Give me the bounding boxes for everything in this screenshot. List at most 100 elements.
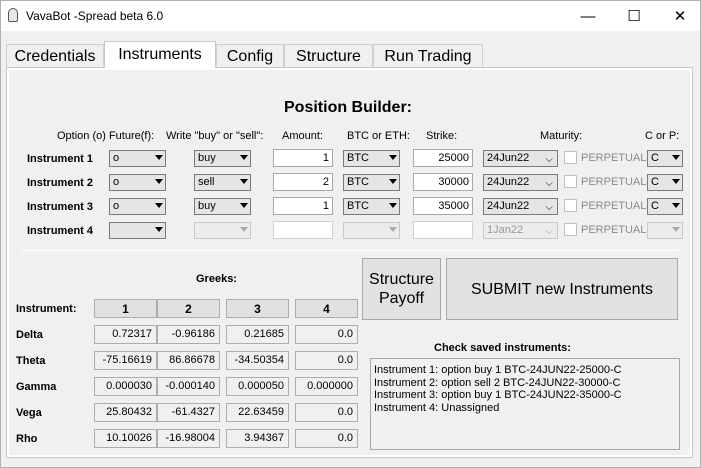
dropdown-arrow-icon <box>155 179 163 184</box>
instrument-2-cp-value: C <box>651 176 659 188</box>
instrument-1-maturity-value: 24Jun22 <box>487 152 530 164</box>
instrument-4-strike-input[interactable] <box>413 221 473 239</box>
close-button[interactable]: ✕ <box>657 1 701 31</box>
instrument-4-amount-input[interactable] <box>273 221 333 239</box>
instrument-4-currency-select[interactable] <box>343 222 400 239</box>
instrument-2-perpetual-label: PERPETUAL <box>581 176 647 188</box>
delta-label: Delta <box>16 329 43 341</box>
delta-value-4: 0.0 <box>295 325 358 344</box>
instrument-3-strike-input[interactable]: 35000 <box>413 197 473 215</box>
instrument-2-side-value: sell <box>198 176 215 188</box>
instrument-2-side-select[interactable]: sell <box>194 174 251 191</box>
dropdown-arrow-icon <box>389 155 397 160</box>
gamma-value-4: 0.000000 <box>295 377 358 396</box>
instrument-1-perpetual-checkbox[interactable] <box>564 151 577 164</box>
vega-value-2: -61.4327 <box>157 403 220 422</box>
chevron-down-icon: ⌵ <box>545 178 553 189</box>
instrument-2-maturity-value: 24Jun22 <box>487 176 530 188</box>
title-bar: VavaBot -Spread beta 6.0 — ☐ ✕ <box>1 1 700 31</box>
instrument-1-cp-value: C <box>651 152 659 164</box>
instrument-3-cp-select[interactable]: C <box>647 198 683 215</box>
instrument-1-currency-select[interactable]: BTC <box>343 150 400 167</box>
instrument-2-perpetual-checkbox[interactable] <box>564 175 577 188</box>
position-builder-heading: Position Builder: <box>284 99 412 116</box>
header-strike: Strike: <box>426 130 458 142</box>
gamma-value-2: -0.000140 <box>157 377 220 396</box>
instrument-2-strike-input[interactable]: 30000 <box>413 173 473 191</box>
instrument-1-amount-input[interactable]: 1 <box>273 149 333 167</box>
instrument-1-side-select[interactable]: buy <box>194 150 251 167</box>
saved-instrument-line: Instrument 3: option buy 1 BTC-24JUN22-3… <box>374 389 622 401</box>
greeks-col-2: 2 <box>157 299 220 318</box>
dropdown-arrow-icon <box>240 155 248 160</box>
instrument-2-maturity-select[interactable]: 24Jun22 ⌵ <box>483 174 558 191</box>
vega-value-4: 0.0 <box>295 403 358 422</box>
dropdown-arrow-icon <box>389 203 397 208</box>
instrument-1-perpetual-label: PERPETUAL <box>581 152 647 164</box>
structure-payoff-label-2: Payoff <box>378 290 425 307</box>
header-currency: BTC or ETH: <box>347 130 410 142</box>
instrument-2-cp-select[interactable]: C <box>647 174 683 191</box>
tab-run-trading[interactable]: Run Trading <box>373 44 483 68</box>
rho-value-4: 0.0 <box>295 429 358 448</box>
instrument-1-label: Instrument 1 <box>27 153 94 165</box>
tab-structure[interactable]: Structure <box>284 44 373 68</box>
rho-label: Rho <box>16 433 38 445</box>
instrument-1-type-select[interactable]: o <box>109 150 166 167</box>
instrument-3-amount-input[interactable]: 1 <box>273 197 333 215</box>
rho-value-2: -16.98004 <box>157 429 220 448</box>
instrument-3-side-select[interactable]: buy <box>194 198 251 215</box>
header-c-or-p: C or P: <box>645 130 680 142</box>
vega-value-1: 25.80432 <box>94 403 157 422</box>
instrument-4-cp-select[interactable] <box>647 222 683 239</box>
instrument-4-perpetual-label: PERPETUAL <box>581 224 647 236</box>
minimize-button[interactable]: — <box>565 1 611 31</box>
dropdown-arrow-icon <box>240 227 248 232</box>
greeks-heading: Greeks: <box>196 273 237 285</box>
chevron-down-icon: ⌵ <box>545 226 553 237</box>
tab-config[interactable]: Config <box>216 44 284 68</box>
instrument-1-type-value: o <box>113 152 120 164</box>
gamma-label: Gamma <box>16 381 57 393</box>
instrument-3-currency-value: BTC <box>347 200 369 212</box>
greeks-col-3: 3 <box>226 299 289 318</box>
instrument-4-side-select[interactable] <box>194 222 251 239</box>
instrument-3-cp-value: C <box>651 200 659 212</box>
instrument-2-amount-input[interactable]: 2 <box>273 173 333 191</box>
maximize-button[interactable]: ☐ <box>611 1 657 31</box>
instrument-1-cp-select[interactable]: C <box>647 150 683 167</box>
tab-credentials[interactable]: Credentials <box>6 44 104 68</box>
vega-label: Vega <box>16 407 42 419</box>
window-title: VavaBot -Spread beta 6.0 <box>26 9 164 23</box>
instrument-4-perpetual-checkbox[interactable] <box>564 223 577 236</box>
instrument-3-maturity-select[interactable]: 24Jun22 ⌵ <box>483 198 558 215</box>
app-window: VavaBot -Spread beta 6.0 — ☐ ✕ Credentia… <box>0 0 701 468</box>
instrument-3-perpetual-checkbox[interactable] <box>564 199 577 212</box>
instrument-3-currency-select[interactable]: BTC <box>343 198 400 215</box>
structure-payoff-label-1: Structure <box>369 271 434 288</box>
delta-value-2: -0.96186 <box>157 325 220 344</box>
delta-value-1: 0.72317 <box>94 325 157 344</box>
dropdown-arrow-icon <box>389 179 397 184</box>
dropdown-arrow-icon <box>155 155 163 160</box>
header-write: Write "buy" or "sell": <box>166 130 264 142</box>
gamma-value-3: 0.000050 <box>226 377 289 396</box>
instrument-3-type-select[interactable]: o <box>109 198 166 215</box>
greeks-instrument-label: Instrument: <box>16 303 77 315</box>
instrument-1-maturity-select[interactable]: 24Jun22 ⌵ <box>483 150 558 167</box>
instrument-2-currency-select[interactable]: BTC <box>343 174 400 191</box>
instrument-4-maturity-select[interactable]: 1Jan22 ⌵ <box>483 222 558 239</box>
instrument-4-label: Instrument 4 <box>27 225 94 237</box>
instrument-4-type-select[interactable] <box>109 222 166 239</box>
instrument-2-label: Instrument 2 <box>27 177 94 189</box>
structure-payoff-button[interactable]: Structure Payoff <box>362 258 441 320</box>
tab-instruments[interactable]: Instruments <box>104 41 216 68</box>
instrument-2-type-select[interactable]: o <box>109 174 166 191</box>
theta-label: Theta <box>16 355 46 367</box>
chevron-down-icon: ⌵ <box>545 154 553 165</box>
delta-value-3: 0.21685 <box>226 325 289 344</box>
dropdown-arrow-icon <box>240 203 248 208</box>
submit-instruments-button[interactable]: SUBMIT new Instruments <box>446 258 678 320</box>
instrument-1-side-value: buy <box>198 152 216 164</box>
instrument-1-strike-input[interactable]: 25000 <box>413 149 473 167</box>
